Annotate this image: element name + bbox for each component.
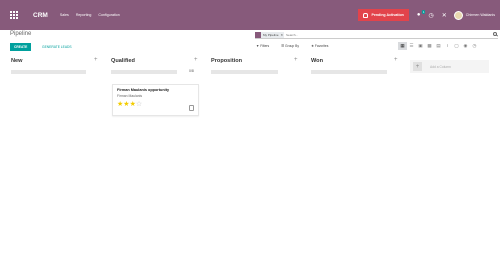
add-column-button[interactable]: + Add a Column <box>410 60 489 73</box>
facet-remove-icon[interactable]: ✕ <box>281 33 285 37</box>
star-empty-icon[interactable]: ☆ <box>136 101 142 108</box>
pending-activation-button[interactable]: Pending Activation <box>358 9 409 21</box>
create-button[interactable]: CREATE <box>10 43 32 51</box>
card-title: Firman Maulanis opportunity <box>117 88 170 92</box>
column-qualified: Qualified + 0/8 <box>111 56 198 74</box>
graph-view-icon[interactable]: ▤ <box>434 42 443 50</box>
kanban-board: New + Qualified + 0/8 Proposition + Won … <box>0 56 500 259</box>
chat-icon[interactable]: ● 1 <box>417 10 426 18</box>
clock-icon[interactable]: ◷ <box>428 12 433 19</box>
column-add-icon[interactable]: + <box>394 57 398 63</box>
menu-reporting[interactable]: Reporting <box>76 13 92 17</box>
cohort-view-icon[interactable]: ▢ <box>452 42 461 50</box>
column-progress <box>311 70 387 74</box>
favorites-label: Favorites <box>314 44 329 48</box>
priority-stars[interactable]: ★★★☆ <box>117 101 142 108</box>
calendar-view-icon[interactable]: ▣ <box>416 42 425 50</box>
column-count: 0/8 <box>189 69 194 73</box>
chart-view-icon[interactable]: ≀ <box>443 42 452 50</box>
map-view-icon[interactable]: ◉ <box>461 42 470 50</box>
column-title: Qualified <box>111 58 135 64</box>
favorites-button[interactable]: ★ Favorites <box>311 44 334 48</box>
search-input[interactable] <box>286 31 347 38</box>
top-navbar: CRM Sales Reporting Configuration Pendin… <box>0 0 500 30</box>
chat-badge-count: 1 <box>421 10 426 14</box>
groupby-button[interactable]: ☰ Group By <box>281 44 305 48</box>
column-title: Proposition <box>211 58 243 64</box>
breadcrumb: Pipeline <box>10 31 32 37</box>
column-title: New <box>11 58 23 64</box>
kanban-view-icon[interactable]: ▦ <box>398 42 407 50</box>
document-icon <box>189 105 194 111</box>
column-title: Won <box>311 58 324 64</box>
search-options: ▼ Filters ☰ Group By ★ Favorites <box>256 44 340 48</box>
search-facet: My Pipeline ✕ <box>255 31 285 38</box>
user-name[interactable]: Chirmen Waldanis <box>466 13 495 17</box>
view-switcher: ▦ ☰ ▣ ▩ ▤ ≀ ▢ ◉ ◷ <box>398 42 479 50</box>
close-icon[interactable]: ✕ <box>442 12 447 19</box>
column-add-icon[interactable]: + <box>194 57 198 63</box>
column-progress <box>11 70 86 74</box>
plus-icon: + <box>413 62 422 71</box>
activity-view-icon[interactable]: ◷ <box>470 42 479 50</box>
search-bar: My Pipeline ✕ <box>255 31 498 39</box>
column-new: New + <box>11 56 98 74</box>
pivot-view-icon[interactable]: ▩ <box>425 42 434 50</box>
card-subtitle: Firman Maulanis <box>117 94 143 98</box>
kanban-card[interactable]: Firman Maulanis opportunity Firman Maula… <box>112 84 199 116</box>
list-view-icon[interactable]: ☰ <box>407 42 416 50</box>
search-facet-label: My Pipeline <box>263 32 279 37</box>
app-brand[interactable]: CRM <box>33 12 48 19</box>
apps-grid-icon[interactable] <box>10 10 19 20</box>
filters-button[interactable]: ▼ Filters <box>256 44 275 48</box>
bell-icon <box>363 12 369 18</box>
menu-configuration[interactable]: Configuration <box>98 13 119 17</box>
add-column-label: Add a Column <box>430 64 451 69</box>
column-won: Won + <box>311 56 398 74</box>
filters-label: Filters <box>260 44 270 48</box>
column-progress <box>211 70 278 74</box>
column-add-icon[interactable]: + <box>94 57 98 63</box>
column-proposition: Proposition + <box>211 56 298 74</box>
search-icon[interactable] <box>493 32 497 36</box>
column-add-icon[interactable]: + <box>294 57 298 63</box>
control-panel: Pipeline CREATE GENERATE LEADS My Pipeli… <box>0 30 500 56</box>
user-avatar[interactable] <box>453 10 463 20</box>
menu-sales[interactable]: Sales <box>60 13 69 17</box>
pending-activation-label: Pending Activation <box>371 13 404 17</box>
column-progress <box>111 70 177 74</box>
groupby-label: Group By <box>285 44 299 48</box>
generate-leads-button[interactable]: GENERATE LEADS <box>40 43 74 51</box>
